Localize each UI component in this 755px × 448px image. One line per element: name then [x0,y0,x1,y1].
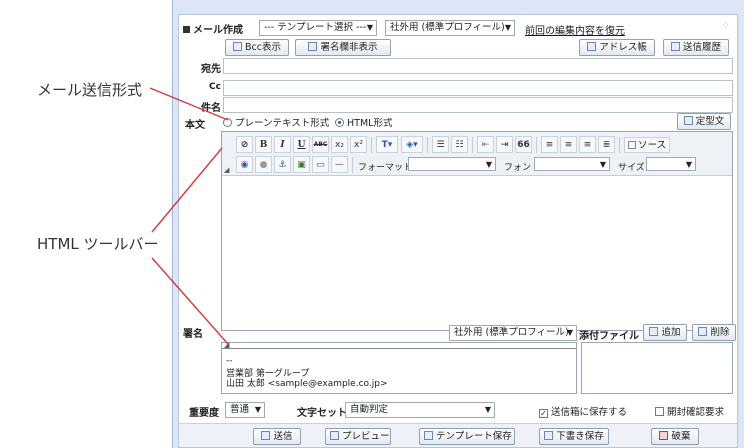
callout-leader-lines [149,87,229,345]
html-toolbar-leader-1 [151,147,223,233]
html-toolbar-leader-2 [151,257,229,345]
mail-format-leader [149,87,229,121]
